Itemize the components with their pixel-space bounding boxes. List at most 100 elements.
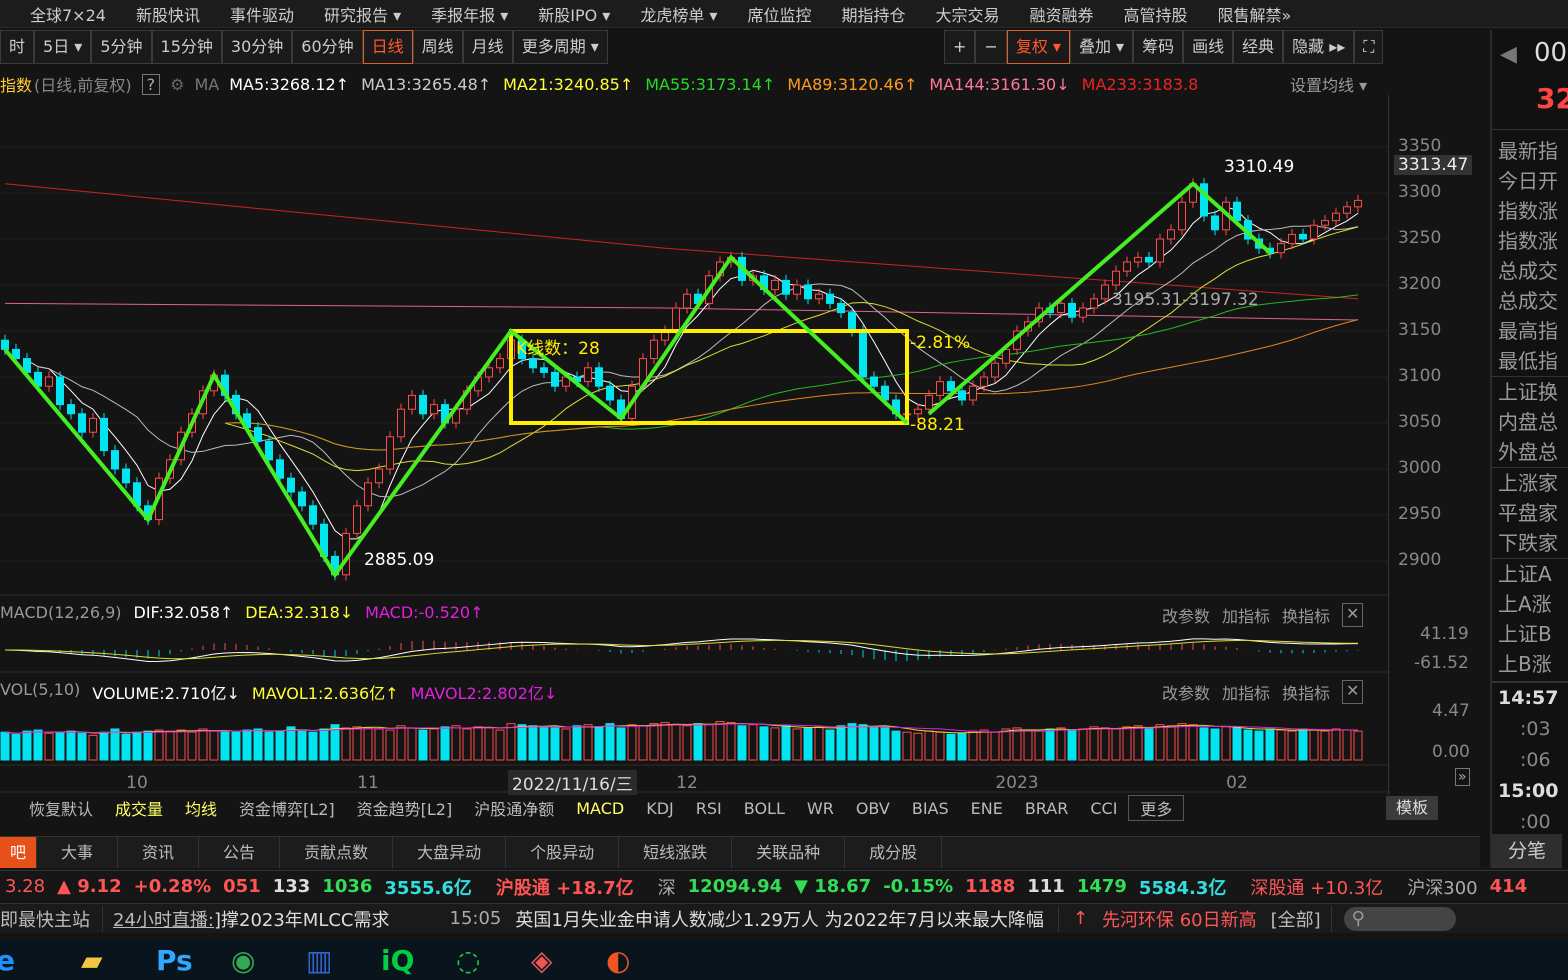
info-tab[interactable]: 大盘异动 xyxy=(393,837,507,868)
quote-label: 指数涨 xyxy=(1498,199,1558,223)
indicator-tab[interactable]: WR xyxy=(796,799,845,818)
news-site[interactable]: 即最快主站 xyxy=(0,905,103,932)
chrome-icon[interactable]: ◉ xyxy=(231,944,255,977)
candle xyxy=(89,417,97,433)
candle xyxy=(485,367,493,378)
volume-bar xyxy=(231,731,241,761)
ma13-line xyxy=(26,225,1359,498)
volume-bar xyxy=(1111,728,1121,761)
candle xyxy=(837,302,845,314)
close-icon[interactable]: ✕ xyxy=(1342,603,1364,627)
indicator-tab[interactable]: 恢复默认 xyxy=(18,796,104,820)
indicator-tab[interactable]: CCI xyxy=(1079,799,1128,818)
switch-indicator-button[interactable]: 换指标 xyxy=(1282,603,1330,627)
volume-bar xyxy=(1309,729,1319,761)
indicator-tab[interactable]: BIAS xyxy=(901,799,960,818)
info-tab[interactable]: 公告 xyxy=(199,837,281,868)
indicator-tab[interactable]: 资金博弈[L2] xyxy=(228,796,346,820)
close-icon[interactable]: ✕ xyxy=(1342,680,1364,704)
volume-bar xyxy=(396,725,406,761)
info-tabs: 吧大事 资讯 公告 贡献点数 大盘异动 个股异动 短线涨跌 关联品种 成分股 xyxy=(0,836,1480,868)
crosshair-date: 2022/11/16/三 xyxy=(508,770,637,795)
add-indicator-button[interactable]: 加指标 xyxy=(1222,603,1270,627)
app-icon[interactable]: ▥ xyxy=(306,944,332,977)
stock-code: 000 xyxy=(1534,38,1568,68)
volume-bar xyxy=(572,725,582,761)
volume-bar xyxy=(363,727,373,761)
volume-bar xyxy=(418,729,428,761)
quote-label: 总成交 xyxy=(1498,289,1558,313)
indicator-tab[interactable]: BRAR xyxy=(1014,799,1080,818)
info-tab[interactable]: 吧 xyxy=(0,837,38,868)
wechat-icon[interactable]: ◌ xyxy=(456,944,480,977)
candle xyxy=(859,330,867,378)
indicator-tab[interactable]: OBV xyxy=(845,799,901,818)
volume-bar xyxy=(1034,730,1044,761)
prev-arrow-icon[interactable]: ◀ xyxy=(1500,42,1517,67)
info-tab[interactable]: 贡献点数 xyxy=(280,837,394,868)
indicator-tab[interactable]: 沪股通净额 xyxy=(463,796,565,820)
price-tick: 3150 xyxy=(1398,320,1442,340)
news-headline[interactable]: ]撑2023年MLCC需求 xyxy=(214,906,390,932)
volume-bar xyxy=(836,725,846,761)
info-tab[interactable]: 成分股 xyxy=(845,837,943,868)
live-link[interactable]: 24小时直播: xyxy=(113,906,214,932)
indicator-tab[interactable]: RSI xyxy=(685,799,733,818)
candle xyxy=(1288,233,1296,245)
candle xyxy=(1332,212,1340,222)
info-tab[interactable]: 大事 xyxy=(37,837,119,868)
indicator-tab[interactable]: 均线 xyxy=(174,796,228,820)
tonghuashun-icon[interactable]: ◐ xyxy=(606,944,630,977)
vol-axis-top: 4.47 xyxy=(1432,701,1470,721)
price-tick: 3300 xyxy=(1398,182,1442,202)
info-tab[interactable]: 个股异动 xyxy=(506,837,620,868)
tick-time: :03 xyxy=(1520,718,1551,740)
indicator-tab[interactable]: ENE xyxy=(960,799,1014,818)
volume-bar xyxy=(132,731,142,761)
candle xyxy=(804,284,812,300)
indicator-tab[interactable]: KDJ xyxy=(635,799,685,818)
photoshop-icon[interactable]: Ps xyxy=(156,944,193,977)
macd-pane-buttons: 改参数 加指标 换指标 ✕ xyxy=(1162,603,1364,627)
ticker-value: 12094.94 xyxy=(687,876,783,897)
news-headline[interactable]: 英国1月失业金申请人数减少1.29万人 为2022年7月以来最大降幅 xyxy=(515,905,1059,932)
candle xyxy=(584,367,592,383)
stock-alert[interactable]: 先河环保 60日新高 xyxy=(1102,906,1257,932)
candle xyxy=(1134,256,1142,263)
search-input[interactable]: ⚲ xyxy=(1343,906,1456,931)
template-button[interactable]: 模板 xyxy=(1386,796,1439,820)
add-indicator-button[interactable]: 加指标 xyxy=(1222,680,1270,704)
edit-params-button[interactable]: 改参数 xyxy=(1162,680,1210,704)
volume-bar xyxy=(539,726,549,761)
volume-bar xyxy=(429,728,439,761)
switch-indicator-button[interactable]: 换指标 xyxy=(1282,680,1330,704)
indicator-tab[interactable]: 资金趋势[L2] xyxy=(346,796,464,820)
explorer-icon[interactable]: ▰ xyxy=(81,944,103,977)
edit-params-button[interactable]: 改参数 xyxy=(1162,603,1210,627)
date-label: 11 xyxy=(357,773,379,793)
candle xyxy=(67,404,75,415)
candle xyxy=(364,482,372,507)
volume-bar xyxy=(1221,726,1231,761)
info-tab[interactable]: 短线涨跌 xyxy=(619,837,733,868)
volume-bar xyxy=(1353,730,1363,761)
iqiyi-icon[interactable]: iQ xyxy=(381,944,414,977)
indicator-tab[interactable]: BOLL xyxy=(733,799,796,818)
volume-bar xyxy=(1089,726,1099,761)
macd-axis-top: 41.19 xyxy=(1420,624,1469,644)
scroll-right-button[interactable]: » xyxy=(1455,768,1470,786)
all-news-link[interactable]: [全部] xyxy=(1271,905,1332,932)
info-tab[interactable]: 关联品种 xyxy=(732,837,846,868)
indicator-tab[interactable]: 更多 xyxy=(1128,795,1185,821)
candle xyxy=(111,450,119,470)
price-tick: 3200 xyxy=(1398,274,1442,294)
info-tab[interactable]: 资讯 xyxy=(118,837,200,868)
edge-icon[interactable]: e xyxy=(0,944,15,977)
tick-tab[interactable]: 分笔 xyxy=(1492,834,1562,868)
indicator-tab[interactable]: 成交量 xyxy=(104,796,174,820)
volume-bar xyxy=(1276,729,1286,761)
indicator-tab[interactable]: MACD xyxy=(565,799,635,818)
vol-header: VOL(5,10) VOLUME:2.710亿↓ MAVOL1:2.636亿↑ … xyxy=(0,680,557,704)
maps-icon[interactable]: ◈ xyxy=(531,944,553,977)
volume-bar xyxy=(297,729,307,761)
